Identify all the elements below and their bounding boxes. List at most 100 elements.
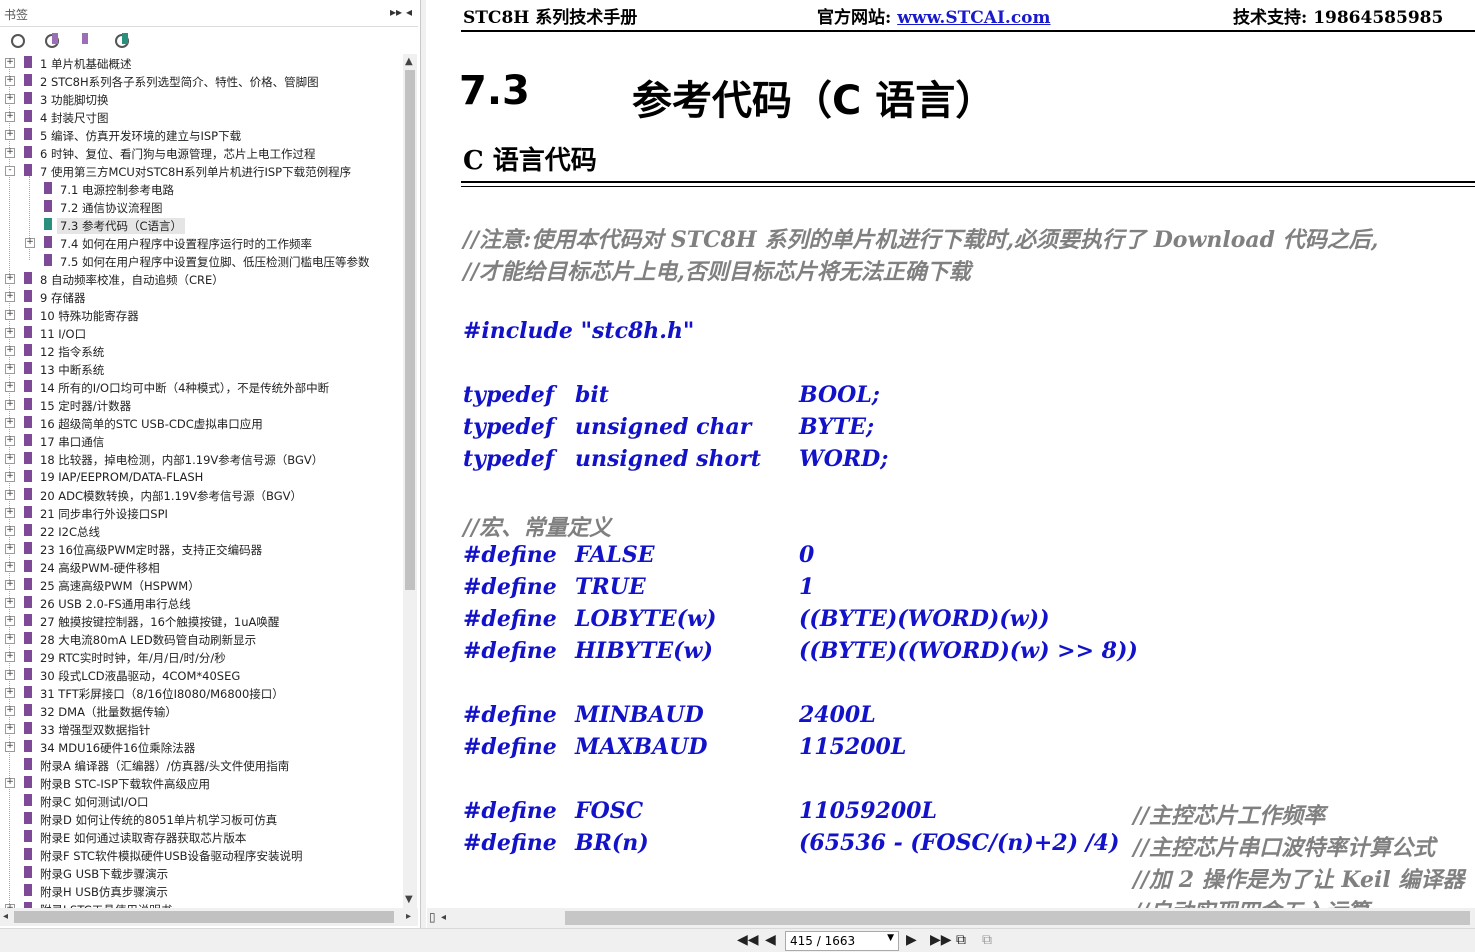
expand-icon[interactable]: + — [5, 562, 15, 572]
expand-icon[interactable]: + — [25, 238, 35, 248]
bookmark-item[interactable]: +4 封装尺寸图 — [0, 108, 400, 126]
scroll-right-icon[interactable]: ▸ — [406, 911, 411, 922]
bookmark-item[interactable]: +8 自动频率校准，自动追频（CRE） — [0, 270, 400, 288]
bookmark-item[interactable]: 附录A 编译器（汇编器）/仿真器/头文件使用指南 — [0, 756, 400, 774]
bookmark-item[interactable]: 附录G USB下载步骤演示 — [0, 864, 400, 882]
bookmark-item[interactable]: + 附录B STC-ISP下载软件高级应用 — [0, 774, 400, 792]
last-page-icon[interactable]: ▶▶ — [930, 932, 952, 948]
bookmark-item[interactable]: 7.2 通信协议流程图 — [0, 198, 400, 216]
bookmark-item[interactable]: 附录E 如何通过读取寄存器获取芯片版本 — [0, 828, 400, 846]
bookmark-item[interactable]: - 7 使用第三方MCU对STC8H系列单片机进行ISP下载范例程序 — [0, 162, 400, 180]
expand-icon[interactable]: + — [5, 634, 15, 644]
bookmark-item[interactable]: +附录I STC工具使用说明书 — [0, 900, 400, 908]
expand-icon[interactable]: + — [5, 418, 15, 428]
bookmark-item[interactable]: +13 中断系统 — [0, 360, 400, 378]
document-hscroll-thumb[interactable] — [565, 911, 1470, 925]
bookmark-item[interactable]: 7.3 参考代码（C语言） — [0, 216, 400, 234]
expand-icon[interactable]: + — [5, 454, 15, 464]
bookmark-item[interactable]: +23 16位高级PWM定时器，支持正交编码器 — [0, 540, 400, 558]
bookmark-item[interactable]: +5 编译、仿真开发环境的建立与ISP下载 — [0, 126, 400, 144]
panel-splitter[interactable] — [421, 0, 426, 928]
doc-scroll-left-icon[interactable]: ◂ — [441, 912, 446, 923]
document-horizontal-scrollbar[interactable]: ▯ ◂ — [427, 908, 1475, 928]
expand-icon[interactable]: + — [5, 598, 15, 608]
expand-icon[interactable]: + — [5, 526, 15, 536]
expand-icon[interactable]: + — [5, 274, 15, 284]
bookmark-item[interactable]: +17 串口通信 — [0, 432, 400, 450]
expand-icon[interactable]: + — [5, 778, 15, 788]
bookmark-scroll-thumb[interactable] — [405, 70, 415, 590]
bookmark-item[interactable]: +19 IAP/EEPROM/DATA-FLASH — [0, 468, 400, 486]
expand-icon[interactable]: + — [5, 310, 15, 320]
bookmark-item[interactable]: 7.1 电源控制参考电路 — [0, 180, 400, 198]
expand-bookmark-icon[interactable] — [78, 31, 96, 49]
bookmark-item[interactable]: +11 I/O口 — [0, 324, 400, 342]
expand-icon[interactable]: + — [5, 328, 15, 338]
bookmark-item[interactable]: +25 高速高级PWM（HSPWM） — [0, 576, 400, 594]
bookmark-item[interactable]: +26 USB 2.0-FS通用串行总线 — [0, 594, 400, 612]
expand-icon[interactable]: + — [5, 472, 15, 482]
expand-icon[interactable]: + — [5, 382, 15, 392]
expand-icon[interactable]: + — [5, 436, 15, 446]
collapse-panel-icon[interactable]: ◂ — [406, 5, 412, 19]
bookmark-item[interactable]: +22 I2C总线 — [0, 522, 400, 540]
bookmark-horizontal-scrollbar[interactable]: ◂ ▸ — [0, 908, 418, 926]
bookmark-item[interactable]: +28 大电流80mA LED数码管自动刷新显示 — [0, 630, 400, 648]
bookmark-item[interactable]: +21 同步串行外设接口SPI — [0, 504, 400, 522]
bookmark-item[interactable]: 附录F STC软件模拟硬件USB设备驱动程序安装说明 — [0, 846, 400, 864]
expand-icon[interactable]: + — [5, 544, 15, 554]
expand-icon[interactable]: + — [5, 742, 15, 752]
expand-icon[interactable]: + — [5, 652, 15, 662]
expand-icon[interactable]: + — [5, 400, 15, 410]
expand-icon[interactable]: + — [5, 706, 15, 716]
bookmark-item[interactable]: +30 段式LCD液晶驱动，4COM*40SEG — [0, 666, 400, 684]
bookmark-item[interactable]: +14 所有的I/O口均可中断（4种模式），不是传统外部中断 — [0, 378, 400, 396]
bookmark-item[interactable]: +24 高级PWM-硬件移相 — [0, 558, 400, 576]
bookmark-item[interactable]: +15 定时器/计数器 — [0, 396, 400, 414]
expand-icon[interactable]: + — [5, 490, 15, 500]
expand-icon[interactable]: + — [5, 148, 15, 158]
expand-icon[interactable]: + — [5, 670, 15, 680]
expand-icon[interactable]: + — [5, 688, 15, 698]
collapse-icon[interactable]: - — [5, 166, 15, 176]
bookmark-hscroll-thumb[interactable] — [14, 911, 394, 923]
bookmark-item[interactable]: +7.4 如何在用户程序中设置程序运行时的工作频率 — [0, 234, 400, 252]
bookmark-item[interactable]: +3 功能脚切换 — [0, 90, 400, 108]
bookmark-vertical-scrollbar[interactable]: ▲ ▼ — [403, 54, 417, 908]
bookmark-item[interactable]: 附录C 如何测试I/O口 — [0, 792, 400, 810]
expand-icon[interactable]: + — [5, 112, 15, 122]
bookmark-item[interactable]: 7.5 如何在用户程序中设置复位脚、低压检测门槛电压等参数 — [0, 252, 400, 270]
expand-icon[interactable]: + — [5, 580, 15, 590]
bookmark-item[interactable]: 附录H USB仿真步骤演示 — [0, 882, 400, 900]
bookmark-item[interactable]: +1 单片机基础概述 — [0, 54, 400, 72]
new-bookmark-icon[interactable] — [42, 31, 60, 49]
page-number-select[interactable]: 415 / 1663 ▼ — [785, 931, 899, 951]
next-page-icon[interactable]: ▶ — [906, 932, 917, 948]
expand-icon[interactable]: + — [5, 58, 15, 68]
scroll-left-icon[interactable]: ◂ — [3, 911, 8, 922]
bookmark-item[interactable]: +16 超级简单的STC USB-CDC虚拟串口应用 — [0, 414, 400, 432]
expand-icon[interactable]: + — [5, 130, 15, 140]
expand-icon[interactable]: + — [5, 292, 15, 302]
bookmark-item[interactable]: +6 时钟、复位、看门狗与电源管理，芯片上电工作过程 — [0, 144, 400, 162]
find-bookmark-icon[interactable] — [112, 31, 130, 49]
chevron-down-icon[interactable]: ▼ — [887, 933, 894, 943]
scroll-down-icon[interactable]: ▼ — [405, 894, 413, 905]
bookmark-item[interactable]: +2 STC8H系列各子系列选型简介、特性、价格、管脚图 — [0, 72, 400, 90]
bookmark-item[interactable]: +27 触摸按键控制器，16个触摸按键，1uA唤醒 — [0, 612, 400, 630]
expand-icon[interactable]: + — [5, 76, 15, 86]
bookmark-item[interactable]: +18 比较器，掉电检测，内部1.19V参考信号源（BGV） — [0, 450, 400, 468]
expand-icon[interactable]: + — [5, 508, 15, 518]
bookmark-item[interactable]: +10 特殊功能寄存器 — [0, 306, 400, 324]
next-view-icon[interactable]: ⧉ — [982, 932, 992, 948]
previous-view-icon[interactable]: ⧉ — [956, 932, 966, 948]
expand-icon[interactable]: + — [5, 94, 15, 104]
page-view-icon[interactable]: ▯ — [429, 910, 436, 924]
bookmark-item[interactable]: 附录D 如何让传统的8051单片机学习板可仿真 — [0, 810, 400, 828]
bookmark-item[interactable]: +12 指令系统 — [0, 342, 400, 360]
expand-icon[interactable]: + — [5, 724, 15, 734]
bookmark-item[interactable]: +31 TFT彩屏接口（8/16位I8080/M6800接口） — [0, 684, 400, 702]
scroll-up-icon[interactable]: ▲ — [405, 56, 413, 67]
bookmark-item[interactable]: +32 DMA（批量数据传输） — [0, 702, 400, 720]
bookmark-item[interactable]: +33 增强型双数据指针 — [0, 720, 400, 738]
